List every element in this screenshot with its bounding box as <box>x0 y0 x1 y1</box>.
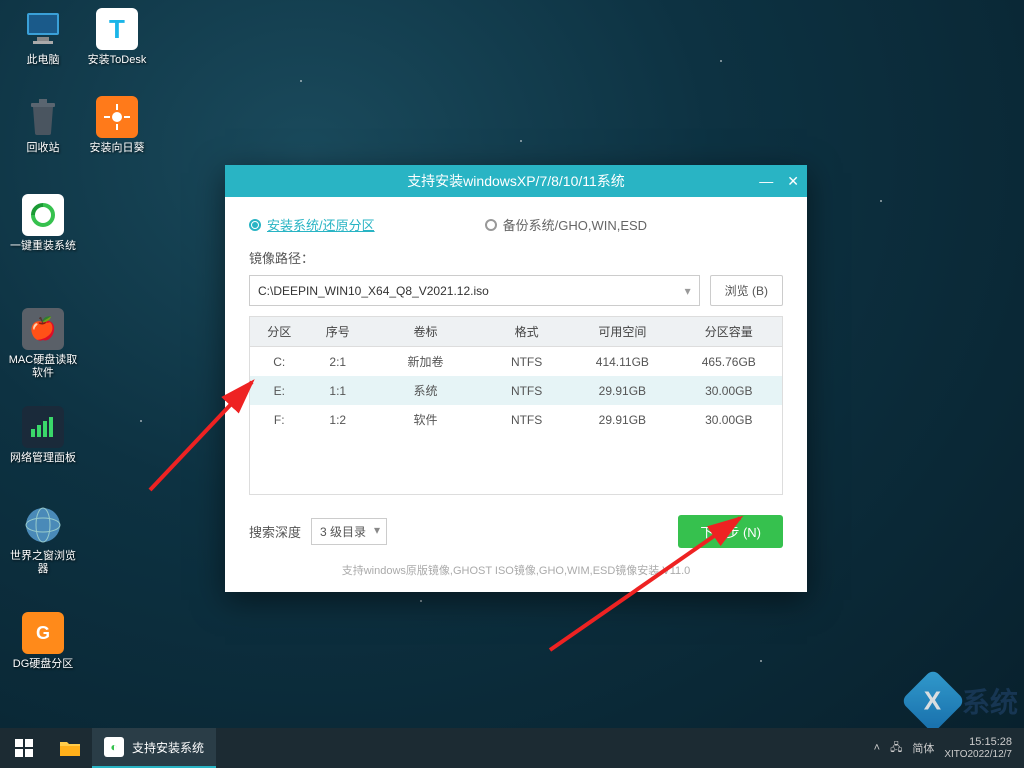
desktop-icon-this-pc[interactable]: 此电脑 <box>8 8 78 67</box>
watermark: X 系统 <box>910 678 1018 724</box>
taskbar-active-task[interactable]: ◐ 支持安装系统 <box>92 728 216 768</box>
reinstall-icon <box>22 194 64 236</box>
taskbar: ◐ 支持安装系统 ˄ 🖧 简体 15:15:28 XITO2022/12/7 <box>0 728 1024 768</box>
start-button[interactable] <box>0 728 48 768</box>
dialog-title: 支持安装windowsXP/7/8/10/11系统 <box>407 171 625 191</box>
windows-icon <box>15 739 33 757</box>
globe-icon <box>22 504 64 546</box>
watermark-text: 系统 <box>962 681 1018 721</box>
radio-dot-icon <box>249 219 261 231</box>
titlebar[interactable]: 支持安装windowsXP/7/8/10/11系统 — ✕ <box>225 165 807 197</box>
image-path-value: C:\DEEPIN_WIN10_X64_Q8_V2021.12.iso <box>258 284 489 298</box>
col-partition: 分区 <box>250 317 309 347</box>
install-dialog: 支持安装windowsXP/7/8/10/11系统 — ✕ 安装系统/还原分区 … <box>225 165 807 592</box>
desktop-icon-label: DG硬盘分区 <box>8 658 78 671</box>
browse-button[interactable]: 浏览 (B) <box>710 275 783 306</box>
radio-label: 备份系统/GHO,WIN,ESD <box>503 215 647 234</box>
network-icon <box>22 406 64 448</box>
desktop-icon-world-browser[interactable]: 世界之窗浏览器 <box>8 504 78 576</box>
radio-backup[interactable]: 备份系统/GHO,WIN,ESD <box>485 215 647 234</box>
desktop-icon-label: 此电脑 <box>8 54 78 67</box>
desktop-icon-reinstall[interactable]: 一键重装系统 <box>8 194 78 253</box>
table-row[interactable]: C:2:1新加卷NTFS414.11GB465.76GB <box>250 347 782 377</box>
tray-chevron-up-icon[interactable]: ˄ <box>874 742 880 754</box>
col-free: 可用空间 <box>569 317 675 347</box>
col-capacity: 分区容量 <box>676 317 782 347</box>
taskbar-file-explorer[interactable] <box>48 728 92 768</box>
app-icon: ◐ <box>104 737 124 757</box>
apple-icon: 🍎 <box>22 308 64 350</box>
next-button[interactable]: 下一步 (N) <box>678 515 783 548</box>
desktop-icon-label: 网络管理面板 <box>8 452 78 465</box>
recycle-bin-icon <box>22 96 64 138</box>
desktop-icon-mac-disk[interactable]: 🍎 MAC硬盘读取软件 <box>8 308 78 380</box>
desktop-icon-label: 回收站 <box>8 142 78 155</box>
chevron-down-icon[interactable]: ▾ <box>685 284 691 298</box>
system-tray: ˄ 🖧 简体 15:15:28 XITO2022/12/7 <box>874 736 1024 759</box>
col-volume: 卷标 <box>367 317 484 347</box>
watermark-icon: X <box>900 668 965 733</box>
image-path-label: 镜像路径： <box>249 248 783 267</box>
minimize-button[interactable]: — <box>759 173 773 190</box>
desktop-icon-label: 一键重装系统 <box>8 240 78 253</box>
desktop-icon-sunflower[interactable]: 安装向日葵 <box>82 96 152 155</box>
tray-ime[interactable]: 简体 <box>912 740 934 756</box>
desktop-icon-dg-partition[interactable]: G DG硬盘分区 <box>8 612 78 671</box>
dialog-footer-text: 支持windows原版镜像,GHOST ISO镜像,GHO,WIM,ESD镜像安… <box>249 562 783 578</box>
desktop-icon-label: 世界之窗浏览器 <box>8 550 78 576</box>
table-header-row: 分区 序号 卷标 格式 可用空间 分区容量 <box>250 317 782 347</box>
image-path-dropdown[interactable]: C:\DEEPIN_WIN10_X64_Q8_V2021.12.iso ▾ <box>249 275 700 306</box>
tray-date[interactable]: XITO2022/12/7 <box>944 749 1012 760</box>
radio-dot-icon <box>485 219 497 231</box>
sunflower-icon <box>96 96 138 138</box>
close-button[interactable]: ✕ <box>787 173 799 190</box>
tray-network-icon[interactable]: 🖧 <box>890 739 902 758</box>
search-depth-label: 搜索深度 <box>249 522 301 541</box>
desktop-icon-label: 安装向日葵 <box>82 142 152 155</box>
todesk-icon: T <box>96 8 138 50</box>
desktop-icon-recycle-bin[interactable]: 回收站 <box>8 96 78 155</box>
partition-table: 分区 序号 卷标 格式 可用空间 分区容量 C:2:1新加卷NTFS414.11… <box>249 316 783 495</box>
monitor-icon <box>22 8 64 50</box>
disk-partition-icon: G <box>22 612 64 654</box>
radio-label: 安装系统/还原分区 <box>267 215 375 234</box>
desktop-icon-label: MAC硬盘读取软件 <box>8 354 78 380</box>
radio-install-restore[interactable]: 安装系统/还原分区 <box>249 215 375 234</box>
desktop-icon-todesk[interactable]: T 安装ToDesk <box>82 8 152 67</box>
search-depth-select[interactable]: 3 级目录 <box>311 518 387 545</box>
col-index: 序号 <box>309 317 368 347</box>
tray-time[interactable]: 15:15:28 <box>944 736 1012 748</box>
task-label: 支持安装系统 <box>132 739 204 756</box>
folder-icon <box>59 739 81 757</box>
table-row[interactable]: E:1:1系统NTFS29.91GB30.00GB <box>250 376 782 405</box>
desktop-icon-network-panel[interactable]: 网络管理面板 <box>8 406 78 465</box>
table-row[interactable]: F:1:2软件NTFS29.91GB30.00GB <box>250 405 782 434</box>
col-format: 格式 <box>484 317 569 347</box>
desktop-icon-label: 安装ToDesk <box>82 54 152 67</box>
